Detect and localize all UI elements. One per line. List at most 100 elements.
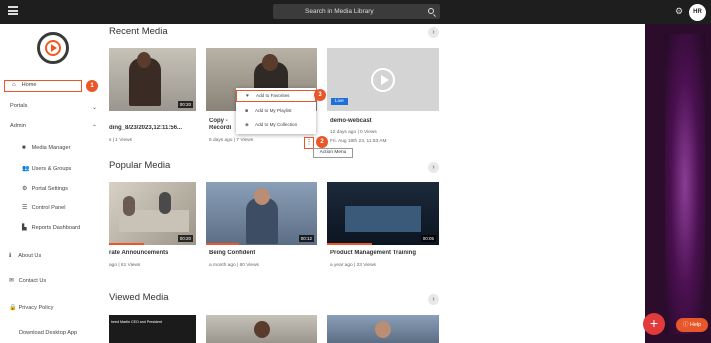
sidebar-item-control-panel[interactable]: ☰ Control Panel [22,204,65,211]
search-icon[interactable] [428,8,434,14]
search-input[interactable]: Search in Media Library [273,4,440,19]
card-title[interactable]: Product Management Training [330,250,416,256]
sidebar-item-reports-dashboard[interactable]: ▙ Reports Dashboard [22,224,80,231]
sidebar-item-label: Admin [10,123,26,129]
card-meta: 12 days ago | 0 Views [330,130,377,135]
person-head [254,188,270,205]
media-thumbnail[interactable] [206,315,317,343]
sidebar-item-privacy-policy[interactable]: 🔒 Privacy Policy [9,304,53,311]
layers-icon: ◈ [245,122,249,128]
sidebar-item-label: Reports Dashboard [31,225,81,231]
sidebar-item-users-groups[interactable]: 👥 Users & Groups [22,165,71,172]
sidebar-item-label: Portals [10,103,28,109]
thumbnail-caption: heed Martin CEO and President [111,320,162,324]
action-menu-popup: ♥ Add to Favorites ■ Add to My Playlist … [236,88,316,134]
app-logo[interactable] [37,32,69,64]
sidebar-item-contact-us[interactable]: ✉ Contact Us [9,277,46,284]
users-icon: 👥 [22,166,30,172]
folder-icon: ■ [22,145,26,151]
section-title-popular: Popular Media [109,160,171,171]
media-thumbnail[interactable]: 00:12 [206,182,317,245]
tooltip: Action Menu [313,148,353,158]
menu-item-label: Add to My Collection [255,122,298,127]
card-meta: a year ago | 23 Views [330,263,376,268]
media-thumbnail[interactable]: 00:05 [327,182,439,245]
search-placeholder: Search in Media Library [305,8,374,15]
home-icon: ⌂ [12,82,16,88]
sidebar-item-label: Portal Settings [31,186,68,192]
sidebar-item-media-manager[interactable]: ■ Media Manager [22,145,70,151]
folder-icon: ■ [245,108,249,114]
card-title[interactable]: Copy - [209,118,239,124]
sidebar-item-label: Control Panel [31,205,66,211]
card-meta: 5 days ago | 7 Views [209,138,254,143]
media-thumbnail[interactable] [327,315,439,343]
top-bar: Search in Media Library ⚙ HR [0,0,711,24]
lock-icon: 🔒 [9,305,17,311]
add-fab-button[interactable]: + [643,313,665,335]
chevron-up-icon[interactable]: ⌃ [92,124,97,131]
card-title-line-2[interactable]: Recordi [209,125,239,131]
sidebar-item-label: Privacy Policy [18,305,54,311]
sidebar-item-label: Media Manager [31,145,71,151]
settings-gear-icon[interactable]: ⚙ [675,6,683,17]
card-meta: ago | 61 Views [109,263,141,268]
watch-progress [109,243,144,245]
duration-label: 00:20 [177,101,193,108]
chevron-down-icon[interactable]: ⌄ [92,104,97,111]
sidebar: ⌂ Home 1 Portals ⌄ Admin ⌃ ■ Media Manag… [0,24,109,343]
meeting-table [345,206,421,232]
background-glow [665,34,705,334]
card-meta: s | 1 Views [109,138,133,143]
next-arrow-button[interactable]: › [428,294,439,305]
person-figure [159,192,171,214]
sidebar-item-label: Download Desktop App [19,330,78,336]
next-arrow-button[interactable]: › [428,162,439,173]
card-title[interactable]: Being Confident [209,250,255,256]
menu-item-label: Add to Favorites [256,93,290,98]
sidebar-item-label: About Us [18,253,42,259]
chart-icon: ▙ [22,225,27,231]
person-head [375,321,391,338]
sidebar-item-label: Contact Us [18,278,47,284]
sidebar-item-home[interactable]: ⌂ Home [12,82,36,88]
avatar[interactable]: HR [689,4,706,21]
list-icon: ☰ [22,205,28,211]
media-thumbnail[interactable]: 00:20 [109,48,196,111]
live-badge: Live [331,98,348,105]
hamburger-menu-icon[interactable] [8,6,18,15]
card-meta-date: Fri. Aug 18th 23, 11:53 AM [330,139,387,144]
menu-item-add-to-favorites[interactable]: ♥ Add to Favorites [236,90,316,102]
heart-icon: ♥ [246,93,249,99]
sidebar-item-label: Users & Groups [31,166,72,172]
watch-progress [327,243,372,245]
help-button[interactable]: ⓘ Help [676,318,708,332]
media-thumbnail[interactable]: heed Martin CEO and President [109,315,196,343]
sidebar-item-portals[interactable]: Portals [10,103,27,109]
section-title-viewed: Viewed Media [109,292,169,303]
person-head [137,52,151,68]
watch-progress [206,243,240,245]
decorative-background-panel [645,24,711,343]
sidebar-item-download-desktop-app[interactable]: Download Desktop App [19,330,77,336]
card-title[interactable]: rate Announcements [109,250,168,256]
sidebar-item-admin[interactable]: Admin [10,123,26,129]
help-label: Help [689,322,702,328]
next-arrow-button[interactable]: › [428,27,439,38]
gear-icon: ⚙ [22,186,28,192]
menu-item-add-to-playlist[interactable]: ■ Add to My Playlist [236,105,316,117]
sidebar-item-about-us[interactable]: ℹ About Us [9,252,41,259]
media-thumbnail[interactable]: 00:20 [109,182,196,245]
card-title[interactable]: demo-webcast [330,118,372,124]
step-badge-1: 1 [86,80,98,92]
sidebar-item-portal-settings[interactable]: ⚙ Portal Settings [22,185,68,192]
card-title[interactable]: ding_8/23/2023,12:11:56... [109,125,199,131]
duration-label: 00:20 [177,235,193,242]
help-icon: ⓘ [682,322,689,328]
duration-label: 00:12 [298,235,314,242]
section-title-recent: Recent Media [109,26,168,37]
person-head [254,321,270,338]
play-icon[interactable] [371,68,395,92]
card-meta: a month ago | 60 Views [209,263,259,268]
menu-item-add-to-collection[interactable]: ◈ Add to My Collection [236,119,316,131]
